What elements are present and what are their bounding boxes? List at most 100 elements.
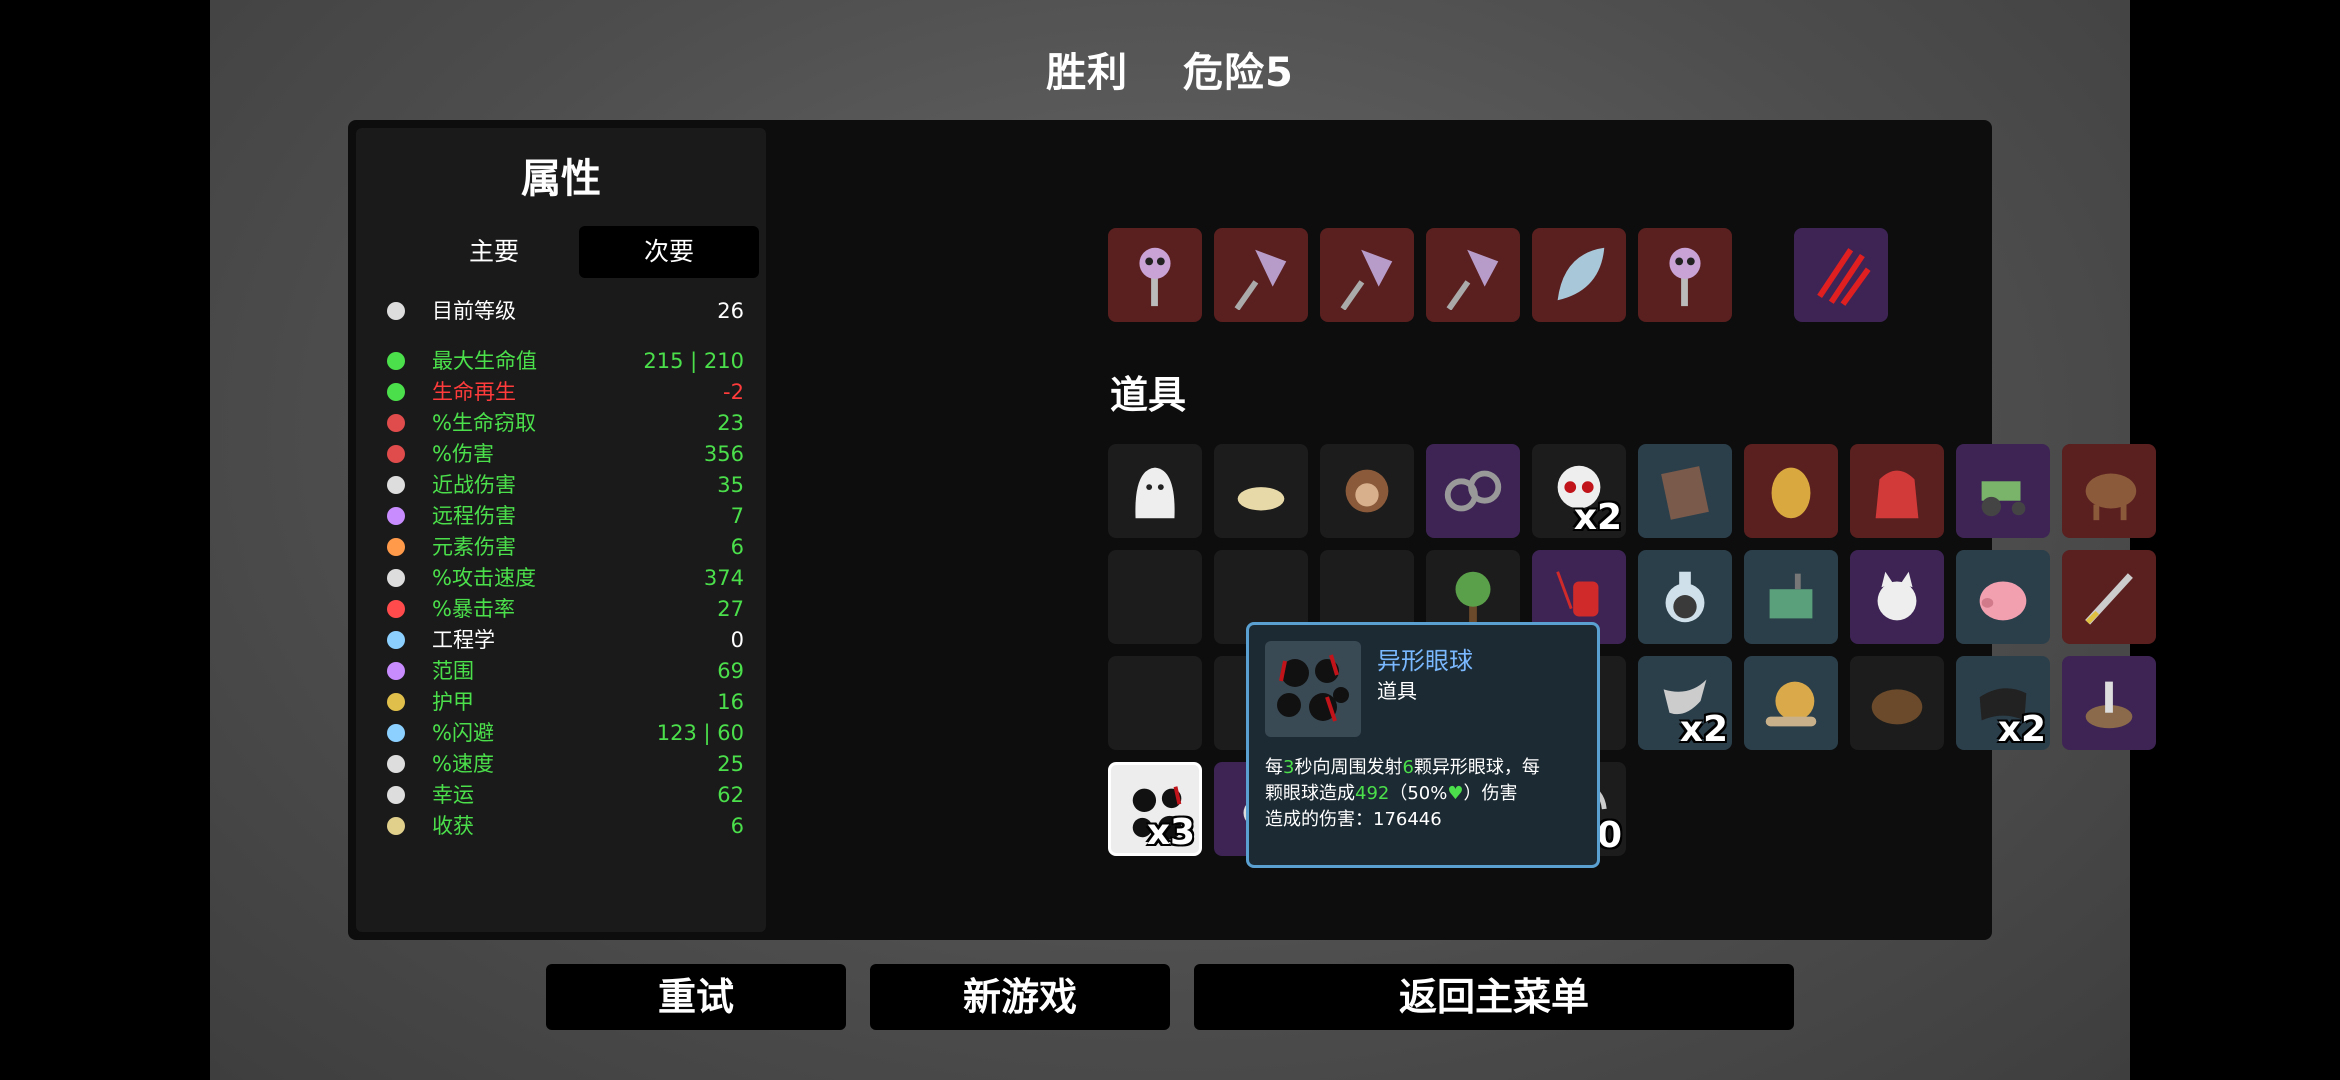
stat-value: 62 bbox=[717, 783, 744, 807]
mortar-slot[interactable] bbox=[2062, 656, 2156, 750]
stat-label: 护甲 bbox=[432, 690, 474, 714]
cat-icon bbox=[1877, 571, 1917, 621]
stat-value: 215 | 210 bbox=[643, 349, 744, 373]
axe-slot[interactable] bbox=[1426, 228, 1520, 322]
stat-value: 0 bbox=[730, 628, 744, 652]
stat-row: 收获 6 bbox=[384, 811, 744, 841]
machine-slot[interactable] bbox=[1744, 550, 1838, 644]
mammoth-icon bbox=[2085, 473, 2137, 521]
stat-label: 最大生命值 bbox=[432, 349, 537, 373]
stat-row: 生命再生 -2 bbox=[384, 377, 744, 407]
crit-icon bbox=[384, 597, 408, 621]
dodge-icon bbox=[384, 721, 408, 745]
skull-slot[interactable]: x2 bbox=[1532, 444, 1626, 538]
stat-row: %攻击速度 374 bbox=[384, 563, 744, 593]
piggy-bank-slot[interactable] bbox=[1956, 550, 2050, 644]
cat-slot[interactable] bbox=[1850, 550, 1944, 644]
skull-staff-slot[interactable] bbox=[1638, 228, 1732, 322]
hedgehog-slot[interactable] bbox=[1850, 656, 1944, 750]
stat-value: 26 bbox=[717, 299, 744, 323]
stat-label: 生命再生 bbox=[432, 380, 516, 404]
snail-icon bbox=[1765, 681, 1817, 727]
stat-row: 近战伤害 35 bbox=[384, 470, 744, 500]
axe-slot[interactable] bbox=[1320, 228, 1414, 322]
damage-icon bbox=[384, 442, 408, 466]
main-menu-button[interactable]: 返回主菜单 bbox=[1194, 964, 1794, 1030]
danger-label: 危险5 bbox=[1183, 50, 1294, 96]
bandage-icon bbox=[1661, 466, 1709, 520]
hidden-icon bbox=[1120, 562, 1190, 632]
hidden-icon bbox=[1120, 668, 1190, 738]
heart-icon: ♥ bbox=[1447, 783, 1464, 804]
rabbit-slot[interactable] bbox=[1214, 444, 1308, 538]
result-label: 胜利 bbox=[1046, 50, 1129, 96]
syringe-icon bbox=[2085, 573, 2133, 625]
new-game-button[interactable]: 新游戏 bbox=[870, 964, 1170, 1030]
armor-icon bbox=[384, 690, 408, 714]
stat-value: 123 | 60 bbox=[656, 721, 744, 745]
stat-label: 幸运 bbox=[432, 783, 474, 807]
axe-icon bbox=[1446, 249, 1499, 310]
tab-secondary[interactable]: 次要 bbox=[579, 226, 759, 278]
stat-label: %速度 bbox=[432, 752, 494, 776]
tooltip-description: 每3秒向周围发射6颗异形眼球，每 颗眼球造成492（50%♥）伤害 造成的伤害：… bbox=[1265, 757, 1540, 830]
rabbit-icon bbox=[1237, 487, 1285, 511]
syringe-slot[interactable] bbox=[2062, 550, 2156, 644]
horn-slot[interactable]: x2 bbox=[1638, 656, 1732, 750]
potato-slot[interactable] bbox=[1744, 444, 1838, 538]
regen-icon bbox=[384, 380, 408, 404]
stat-label: 范围 bbox=[432, 659, 474, 683]
lifesteal-icon bbox=[384, 411, 408, 435]
hoodie-icon bbox=[1875, 470, 1919, 519]
ghost-slot[interactable] bbox=[1108, 444, 1202, 538]
claw-mark-slot[interactable] bbox=[1794, 228, 1888, 322]
bandage-slot[interactable] bbox=[1638, 444, 1732, 538]
stat-label: %闪避 bbox=[432, 721, 494, 745]
ghost-icon bbox=[1135, 467, 1175, 519]
item-count: x2 bbox=[1997, 709, 2046, 750]
speed-icon bbox=[384, 752, 408, 776]
tractor-slot[interactable] bbox=[1956, 444, 2050, 538]
stat-row: %闪避 123 | 60 bbox=[384, 718, 744, 748]
tab-primary[interactable]: 主要 bbox=[404, 226, 584, 278]
ranged-icon bbox=[384, 504, 408, 528]
stat-row: 元素伤害 6 bbox=[384, 532, 744, 562]
scarf-slot[interactable]: x2 bbox=[1956, 656, 2050, 750]
stat-value: 27 bbox=[717, 597, 744, 621]
hoodie-slot[interactable] bbox=[1850, 444, 1944, 538]
skull-staff-slot[interactable] bbox=[1108, 228, 1202, 322]
potion-slot[interactable] bbox=[1638, 550, 1732, 644]
stat-value: 25 bbox=[717, 752, 744, 776]
skull-staff-icon bbox=[1139, 247, 1171, 307]
stat-value: 6 bbox=[730, 535, 744, 559]
stat-value: 6 bbox=[730, 814, 744, 838]
item-slot[interactable] bbox=[1108, 656, 1202, 750]
stat-label: 远程伤害 bbox=[432, 504, 516, 528]
stat-row: 工程学 0 bbox=[384, 625, 744, 655]
potato-icon bbox=[1771, 467, 1811, 519]
retry-button[interactable]: 重试 bbox=[546, 964, 846, 1030]
snail-slot[interactable] bbox=[1744, 656, 1838, 750]
item-slot[interactable] bbox=[1108, 550, 1202, 644]
item-count: x2 bbox=[1573, 497, 1622, 538]
stat-row: 最大生命值 215 | 210 bbox=[384, 346, 744, 376]
hedgehog-icon bbox=[1871, 689, 1923, 725]
leaf-blade-slot[interactable] bbox=[1532, 228, 1626, 322]
monkey-slot[interactable] bbox=[1320, 444, 1414, 538]
mammoth-slot[interactable] bbox=[2062, 444, 2156, 538]
stat-row: %速度 25 bbox=[384, 749, 744, 779]
run-summary-panel: 属性 主要 次要 目前等级 26 最大生命值 215 | 210 生命再生 -2 %生命窃取… bbox=[348, 120, 2156, 940]
handcuffs-slot[interactable] bbox=[1426, 444, 1520, 538]
machine-icon bbox=[1769, 573, 1813, 619]
monkey-icon bbox=[1345, 469, 1389, 513]
alien-eyes-slot[interactable]: x3 bbox=[1108, 762, 1202, 856]
stat-row: %伤害 356 bbox=[384, 439, 744, 469]
skull-staff-icon bbox=[1669, 247, 1701, 307]
stat-label: 收获 bbox=[432, 814, 474, 838]
stat-value: 35 bbox=[717, 473, 744, 497]
stats-title: 属性 bbox=[521, 156, 601, 202]
level-icon bbox=[384, 299, 408, 323]
axe-icon bbox=[1340, 249, 1393, 310]
stat-row: 范围 69 bbox=[384, 656, 744, 686]
axe-slot[interactable] bbox=[1214, 228, 1308, 322]
